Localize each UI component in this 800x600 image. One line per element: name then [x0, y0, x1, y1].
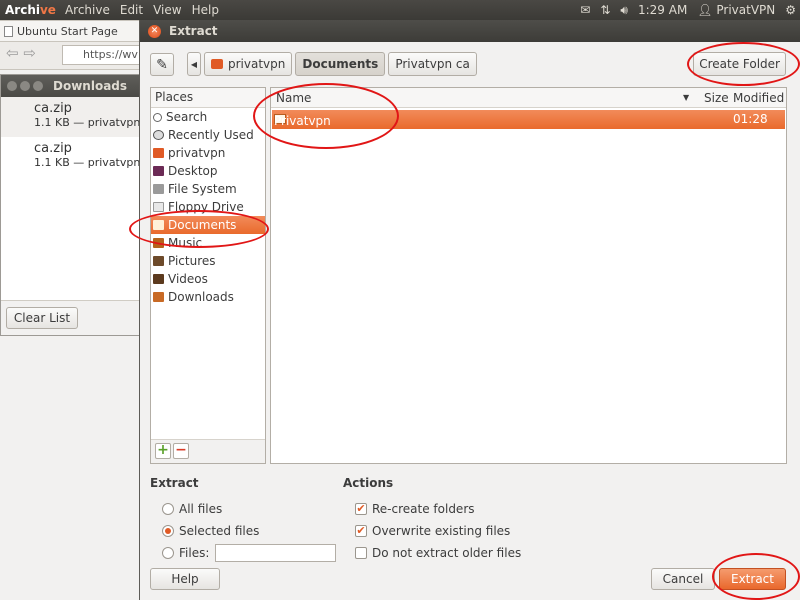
place-floppy-drive[interactable]: Floppy Drive	[151, 198, 265, 216]
page-icon	[4, 25, 13, 37]
radio-selected-files[interactable]	[162, 525, 174, 537]
checkbox-no-older[interactable]	[355, 547, 367, 559]
file-modified: 01:28	[733, 112, 768, 126]
place-downloads[interactable]: Downloads	[151, 288, 265, 306]
create-folder-button[interactable]: Create Folder	[693, 52, 786, 76]
network-icon[interactable]: ⇅	[600, 3, 610, 17]
place-documents[interactable]: Documents	[151, 216, 265, 234]
clock-icon	[153, 130, 164, 140]
place-music[interactable]: Music	[151, 234, 265, 252]
sort-chevron-down-icon[interactable]: ▼	[683, 93, 689, 102]
home-folder-icon	[211, 59, 223, 69]
top-panel: Archive Archive Edit View Help ✉ ⇅ 🔊︎ 1:…	[0, 0, 800, 20]
file-row[interactable]: Privatvpn ca 01:28	[272, 110, 785, 142]
home-folder-icon	[153, 148, 164, 158]
checkbox-overwrite-existing[interactable]: ✔	[355, 525, 367, 537]
type-location-pencil-icon[interactable]: ✎	[150, 53, 174, 76]
file-list-header: Name ▼ Size Modified	[271, 88, 786, 108]
option-no-older[interactable]: Do not extract older files	[343, 542, 643, 564]
close-icon[interactable]	[7, 81, 17, 91]
files-pattern-input[interactable]	[215, 544, 337, 562]
dialog-titlebar: ✕ Extract	[140, 20, 800, 42]
place-search[interactable]: Search	[151, 108, 265, 126]
clear-list-button[interactable]: Clear List	[6, 307, 78, 329]
downloads-window: Downloads ca.zip 1.1 KB — privatvpn.s ca…	[0, 74, 145, 336]
close-icon[interactable]: ✕	[148, 24, 161, 38]
column-modified[interactable]: Modified	[733, 91, 784, 105]
maximize-icon[interactable]	[33, 81, 43, 91]
option-all-files[interactable]: All files	[150, 498, 350, 520]
option-overwrite-existing[interactable]: ✔ Overwrite existing files	[343, 520, 643, 542]
app-name: Archive	[5, 3, 56, 17]
column-size[interactable]: Size	[704, 91, 729, 105]
documents-folder-icon	[153, 220, 164, 230]
breadcrumb-left-arrow-icon[interactable]: ◀	[187, 52, 201, 76]
places-add-remove: + −	[151, 439, 265, 463]
breadcrumb: ◀ privatvpn Documents Privatvpn ca	[187, 52, 477, 76]
search-icon	[153, 112, 162, 122]
place-privatvpn[interactable]: privatvpn	[151, 144, 265, 162]
desktop-icon	[153, 166, 164, 176]
menu-archive[interactable]: Archive	[60, 3, 115, 17]
browser-window: Ubuntu Start Page ⇦ ⇨ https://wv	[0, 20, 162, 70]
breadcrumb-privatvpn[interactable]: privatvpn	[204, 52, 293, 76]
minimize-icon[interactable]	[20, 81, 30, 91]
music-folder-icon	[153, 238, 164, 248]
drive-icon	[153, 184, 164, 194]
option-recreate-folders[interactable]: ✔ Re-create folders	[343, 498, 643, 520]
menu-view[interactable]: View	[148, 3, 186, 17]
menu-edit[interactable]: Edit	[115, 3, 148, 17]
download-item[interactable]: ca.zip 1.1 KB — privatvpn.s	[1, 97, 144, 137]
volume-icon[interactable]: 🔊︎	[620, 3, 628, 18]
downloads-titlebar: Downloads	[1, 75, 144, 97]
extract-heading: Extract	[150, 476, 199, 490]
back-arrow-icon[interactable]: ⇦	[6, 44, 19, 62]
breadcrumb-documents[interactable]: Documents	[295, 52, 386, 76]
browser-nav: ⇦ ⇨	[6, 44, 36, 62]
forward-arrow-icon[interactable]: ⇨	[23, 44, 36, 62]
radio-all-files[interactable]	[162, 503, 174, 515]
pictures-folder-icon	[153, 256, 164, 266]
videos-folder-icon	[153, 274, 164, 284]
place-desktop[interactable]: Desktop	[151, 162, 265, 180]
downloads-footer: Clear List	[1, 300, 144, 335]
gear-icon[interactable]: ⚙	[785, 3, 796, 17]
places-header[interactable]: Places	[151, 88, 265, 108]
remove-bookmark-minus-icon[interactable]: −	[173, 443, 189, 459]
places-panel: Places Search Recently Used privatvpn De…	[150, 87, 266, 464]
extract-dialog: ✕ Extract ✎ ◀ privatvpn Documents Privat…	[139, 20, 800, 600]
clock[interactable]: 1:29 AM	[638, 3, 687, 17]
floppy-icon	[153, 202, 164, 212]
column-name[interactable]: Name	[276, 91, 311, 105]
file-list: Name ▼ Size Modified Privatvpn ca 01:28	[270, 87, 787, 464]
downloads-folder-icon	[153, 292, 164, 302]
place-videos[interactable]: Videos	[151, 270, 265, 288]
downloads-title: Downloads	[53, 79, 128, 93]
place-pictures[interactable]: Pictures	[151, 252, 265, 270]
breadcrumb-privatvpn-ca[interactable]: Privatvpn ca	[388, 52, 477, 76]
dialog-title: Extract	[169, 24, 218, 38]
option-selected-files[interactable]: Selected files	[150, 520, 350, 542]
help-button[interactable]: Help	[150, 568, 220, 590]
place-file-system[interactable]: File System	[151, 180, 265, 198]
download-item[interactable]: ca.zip 1.1 KB — privatvpn.s	[1, 137, 144, 177]
cancel-button[interactable]: Cancel	[651, 568, 715, 590]
radio-files[interactable]	[162, 547, 174, 559]
user-icon: 👤︎	[697, 3, 713, 17]
user-menu[interactable]: 👤︎ PrivatVPN	[697, 3, 775, 17]
add-bookmark-plus-icon[interactable]: +	[155, 443, 171, 459]
extract-button[interactable]: Extract	[719, 568, 786, 590]
option-files[interactable]: Files:	[150, 542, 350, 564]
actions-heading: Actions	[343, 476, 394, 490]
browser-tab[interactable]: Ubuntu Start Page	[0, 20, 150, 42]
checkbox-recreate-folders[interactable]: ✔	[355, 503, 367, 515]
mail-icon[interactable]: ✉	[580, 3, 590, 17]
menu-help[interactable]: Help	[187, 3, 224, 17]
extract-options: Extract All files Selected files Files: …	[150, 476, 790, 562]
place-recently-used[interactable]: Recently Used	[151, 126, 265, 144]
